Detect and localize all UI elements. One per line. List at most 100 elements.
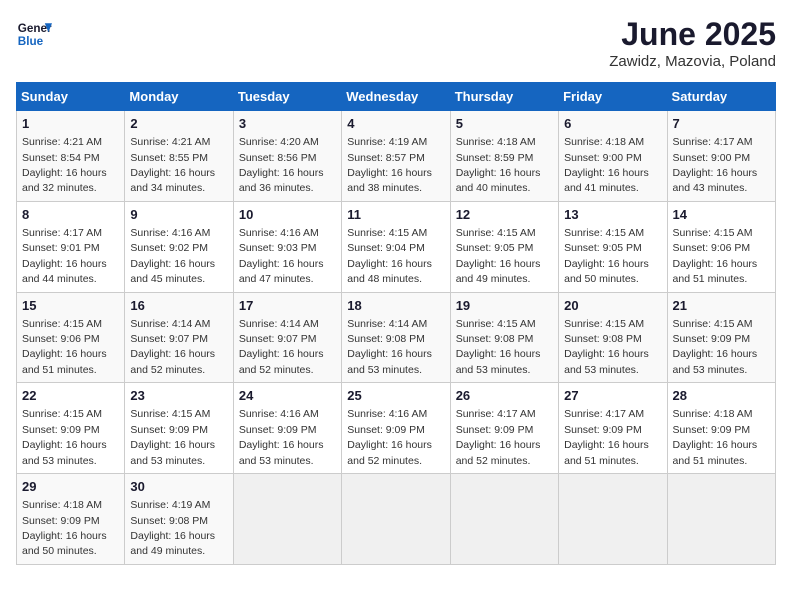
- column-header-thursday: Thursday: [450, 83, 558, 111]
- day-info: Sunrise: 4:16 AM Sunset: 9:09 PM Dayligh…: [239, 408, 324, 466]
- day-number: 6: [564, 115, 661, 133]
- calendar-day: 2 Sunrise: 4:21 AM Sunset: 8:55 PM Daylig…: [125, 111, 233, 202]
- day-info: Sunrise: 4:18 AM Sunset: 9:09 PM Dayligh…: [22, 499, 107, 557]
- calendar-day: 23 Sunrise: 4:15 AM Sunset: 9:09 PM Dayli…: [125, 383, 233, 474]
- day-info: Sunrise: 4:15 AM Sunset: 9:04 PM Dayligh…: [347, 227, 432, 285]
- day-info: Sunrise: 4:18 AM Sunset: 9:00 PM Dayligh…: [564, 136, 649, 194]
- day-number: 5: [456, 115, 553, 133]
- logo: General Blue: [16, 16, 52, 52]
- svg-text:Blue: Blue: [18, 35, 44, 48]
- calendar-day: 11 Sunrise: 4:15 AM Sunset: 9:04 PM Dayli…: [342, 201, 450, 292]
- calendar-day: 6 Sunrise: 4:18 AM Sunset: 9:00 PM Daylig…: [559, 111, 667, 202]
- day-number: 21: [673, 297, 770, 315]
- day-info: Sunrise: 4:21 AM Sunset: 8:54 PM Dayligh…: [22, 136, 107, 194]
- day-number: 13: [564, 206, 661, 224]
- calendar-day: 21 Sunrise: 4:15 AM Sunset: 9:09 PM Dayli…: [667, 292, 775, 383]
- day-info: Sunrise: 4:15 AM Sunset: 9:05 PM Dayligh…: [456, 227, 541, 285]
- calendar-week-row: 15 Sunrise: 4:15 AM Sunset: 9:06 PM Dayli…: [17, 292, 776, 383]
- calendar-day: 15 Sunrise: 4:15 AM Sunset: 9:06 PM Dayli…: [17, 292, 125, 383]
- page-header: General Blue June 2025 Zawidz, Mazovia, …: [16, 16, 776, 70]
- day-info: Sunrise: 4:21 AM Sunset: 8:55 PM Dayligh…: [130, 136, 215, 194]
- day-number: 15: [22, 297, 119, 315]
- calendar-day: 4 Sunrise: 4:19 AM Sunset: 8:57 PM Daylig…: [342, 111, 450, 202]
- calendar-title: June 2025: [609, 16, 776, 53]
- day-number: 17: [239, 297, 336, 315]
- column-header-wednesday: Wednesday: [342, 83, 450, 111]
- calendar-day: 13Sunrise: 4:15 AM Sunset: 9:05 PM Dayli…: [559, 201, 667, 292]
- day-info: Sunrise: 4:15 AM Sunset: 9:06 PM Dayligh…: [22, 318, 107, 376]
- day-number: 12: [456, 206, 553, 224]
- day-info: Sunrise: 4:14 AM Sunset: 9:07 PM Dayligh…: [130, 318, 215, 376]
- calendar-day: 14Sunrise: 4:15 AM Sunset: 9:06 PM Dayli…: [667, 201, 775, 292]
- day-info: Sunrise: 4:17 AM Sunset: 9:09 PM Dayligh…: [564, 408, 649, 466]
- day-number: 26: [456, 387, 553, 405]
- day-number: 30: [130, 478, 227, 496]
- day-number: 18: [347, 297, 444, 315]
- day-number: 19: [456, 297, 553, 315]
- day-info: Sunrise: 4:18 AM Sunset: 8:59 PM Dayligh…: [456, 136, 541, 194]
- calendar-day: 29 Sunrise: 4:18 AM Sunset: 9:09 PM Dayli…: [17, 474, 125, 565]
- calendar-week-row: 8Sunrise: 4:17 AM Sunset: 9:01 PM Daylig…: [17, 201, 776, 292]
- day-number: 14: [673, 206, 770, 224]
- calendar-subtitle: Zawidz, Mazovia, Poland: [609, 53, 776, 70]
- day-number: 2: [130, 115, 227, 133]
- calendar-day: 1 Sunrise: 4:21 AM Sunset: 8:54 PM Daylig…: [17, 111, 125, 202]
- calendar-day: 16 Sunrise: 4:14 AM Sunset: 9:07 PM Dayli…: [125, 292, 233, 383]
- day-number: 1: [22, 115, 119, 133]
- day-info: Sunrise: 4:17 AM Sunset: 9:09 PM Dayligh…: [456, 408, 541, 466]
- day-number: 29: [22, 478, 119, 496]
- calendar-week-row: 29 Sunrise: 4:18 AM Sunset: 9:09 PM Dayli…: [17, 474, 776, 565]
- calendar-day: 26 Sunrise: 4:17 AM Sunset: 9:09 PM Dayli…: [450, 383, 558, 474]
- calendar-day: 7Sunrise: 4:17 AM Sunset: 9:00 PM Daylig…: [667, 111, 775, 202]
- day-info: Sunrise: 4:15 AM Sunset: 9:09 PM Dayligh…: [22, 408, 107, 466]
- column-header-monday: Monday: [125, 83, 233, 111]
- day-info: Sunrise: 4:16 AM Sunset: 9:09 PM Dayligh…: [347, 408, 432, 466]
- calendar-day: 3Sunrise: 4:20 AM Sunset: 8:56 PM Daylig…: [233, 111, 341, 202]
- day-number: 20: [564, 297, 661, 315]
- day-info: Sunrise: 4:15 AM Sunset: 9:08 PM Dayligh…: [456, 318, 541, 376]
- day-number: 9: [130, 206, 227, 224]
- column-header-saturday: Saturday: [667, 83, 775, 111]
- day-number: 23: [130, 387, 227, 405]
- calendar-day: [559, 474, 667, 565]
- day-number: 4: [347, 115, 444, 133]
- calendar-day: 19 Sunrise: 4:15 AM Sunset: 9:08 PM Dayli…: [450, 292, 558, 383]
- calendar-day: 20 Sunrise: 4:15 AM Sunset: 9:08 PM Dayli…: [559, 292, 667, 383]
- day-number: 8: [22, 206, 119, 224]
- calendar-table: SundayMondayTuesdayWednesdayThursdayFrid…: [16, 82, 776, 565]
- day-number: 27: [564, 387, 661, 405]
- day-number: 28: [673, 387, 770, 405]
- calendar-day: 27 Sunrise: 4:17 AM Sunset: 9:09 PM Dayli…: [559, 383, 667, 474]
- calendar-day: [450, 474, 558, 565]
- calendar-day: [342, 474, 450, 565]
- day-info: Sunrise: 4:19 AM Sunset: 8:57 PM Dayligh…: [347, 136, 432, 194]
- day-number: 11: [347, 206, 444, 224]
- calendar-day: 24Sunrise: 4:16 AM Sunset: 9:09 PM Dayli…: [233, 383, 341, 474]
- day-info: Sunrise: 4:15 AM Sunset: 9:08 PM Dayligh…: [564, 318, 649, 376]
- column-header-friday: Friday: [559, 83, 667, 111]
- logo-icon: General Blue: [16, 16, 52, 52]
- day-number: 16: [130, 297, 227, 315]
- day-info: Sunrise: 4:15 AM Sunset: 9:09 PM Dayligh…: [130, 408, 215, 466]
- day-number: 25: [347, 387, 444, 405]
- calendar-day: 22Sunrise: 4:15 AM Sunset: 9:09 PM Dayli…: [17, 383, 125, 474]
- day-info: Sunrise: 4:14 AM Sunset: 9:07 PM Dayligh…: [239, 318, 324, 376]
- day-info: Sunrise: 4:16 AM Sunset: 9:02 PM Dayligh…: [130, 227, 215, 285]
- calendar-day: 10 Sunrise: 4:16 AM Sunset: 9:03 PM Dayli…: [233, 201, 341, 292]
- calendar-week-row: 22Sunrise: 4:15 AM Sunset: 9:09 PM Dayli…: [17, 383, 776, 474]
- calendar-day: 18 Sunrise: 4:14 AM Sunset: 9:08 PM Dayli…: [342, 292, 450, 383]
- day-info: Sunrise: 4:16 AM Sunset: 9:03 PM Dayligh…: [239, 227, 324, 285]
- day-info: Sunrise: 4:15 AM Sunset: 9:09 PM Dayligh…: [673, 318, 758, 376]
- day-info: Sunrise: 4:14 AM Sunset: 9:08 PM Dayligh…: [347, 318, 432, 376]
- calendar-day: [667, 474, 775, 565]
- day-info: Sunrise: 4:19 AM Sunset: 9:08 PM Dayligh…: [130, 499, 215, 557]
- column-header-tuesday: Tuesday: [233, 83, 341, 111]
- column-header-sunday: Sunday: [17, 83, 125, 111]
- calendar-day: 9 Sunrise: 4:16 AM Sunset: 9:02 PM Daylig…: [125, 201, 233, 292]
- calendar-day: 25 Sunrise: 4:16 AM Sunset: 9:09 PM Dayli…: [342, 383, 450, 474]
- day-number: 10: [239, 206, 336, 224]
- calendar-day: 28Sunrise: 4:18 AM Sunset: 9:09 PM Dayli…: [667, 383, 775, 474]
- day-info: Sunrise: 4:17 AM Sunset: 9:00 PM Dayligh…: [673, 136, 758, 194]
- calendar-day: 5 Sunrise: 4:18 AM Sunset: 8:59 PM Daylig…: [450, 111, 558, 202]
- day-number: 3: [239, 115, 336, 133]
